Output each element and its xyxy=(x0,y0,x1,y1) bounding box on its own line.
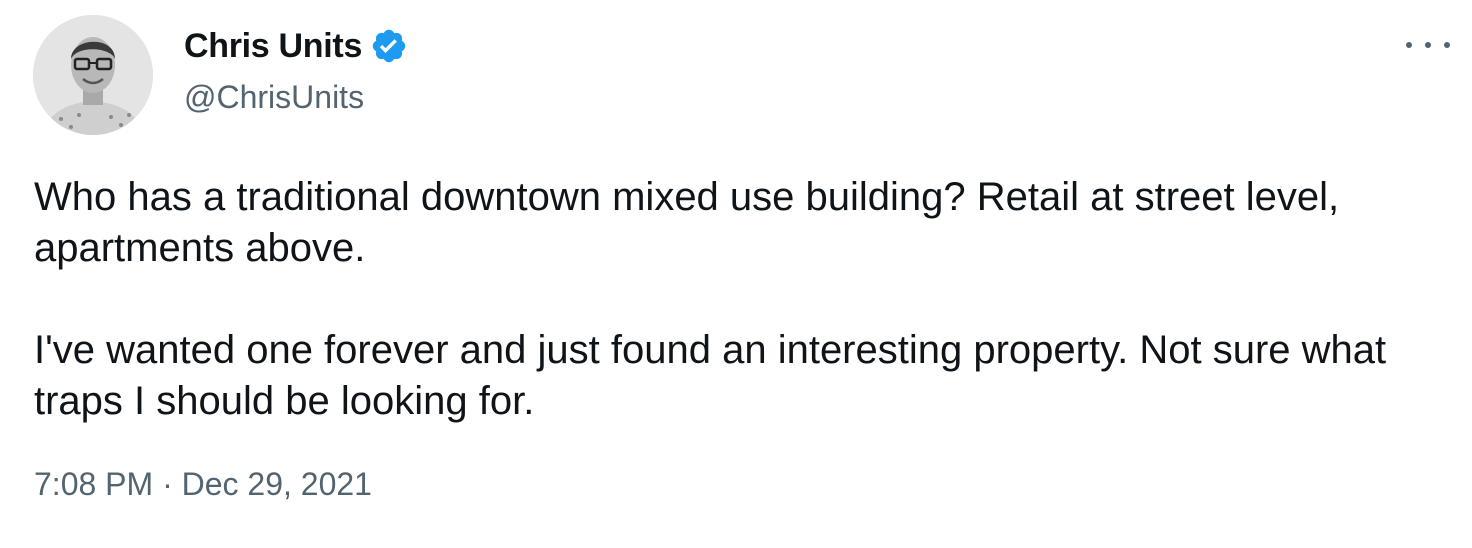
tweet-timestamp[interactable]: 7:08 PM · Dec 29, 2021 xyxy=(34,466,372,503)
author-name-row: Chris Units xyxy=(184,24,408,68)
verified-badge-icon xyxy=(370,27,408,65)
tweet-time: 7:08 PM xyxy=(34,466,154,502)
ellipsis-dot-icon xyxy=(1425,42,1431,48)
tweet-paragraph: I've wanted one forever and just found a… xyxy=(34,328,1387,423)
meta-separator: · xyxy=(162,466,173,502)
avatar-photo-icon xyxy=(33,15,153,135)
ellipsis-dot-icon xyxy=(1406,42,1412,48)
ellipsis-dot-icon xyxy=(1444,42,1450,48)
author-info: Chris Units @ChrisUnits xyxy=(184,24,408,116)
tweet-date: Dec 29, 2021 xyxy=(181,466,372,502)
author-handle[interactable]: @ChrisUnits xyxy=(184,79,408,116)
tweet-text: Who has a traditional downtown mixed use… xyxy=(34,172,1444,427)
author-avatar[interactable] xyxy=(33,15,153,135)
more-options-button[interactable] xyxy=(1406,30,1450,60)
author-display-name[interactable]: Chris Units xyxy=(184,27,362,66)
tweet-card: Chris Units @ChrisUnits Who has a tradit… xyxy=(0,0,1472,548)
tweet-paragraph: Who has a traditional downtown mixed use… xyxy=(34,175,1340,270)
